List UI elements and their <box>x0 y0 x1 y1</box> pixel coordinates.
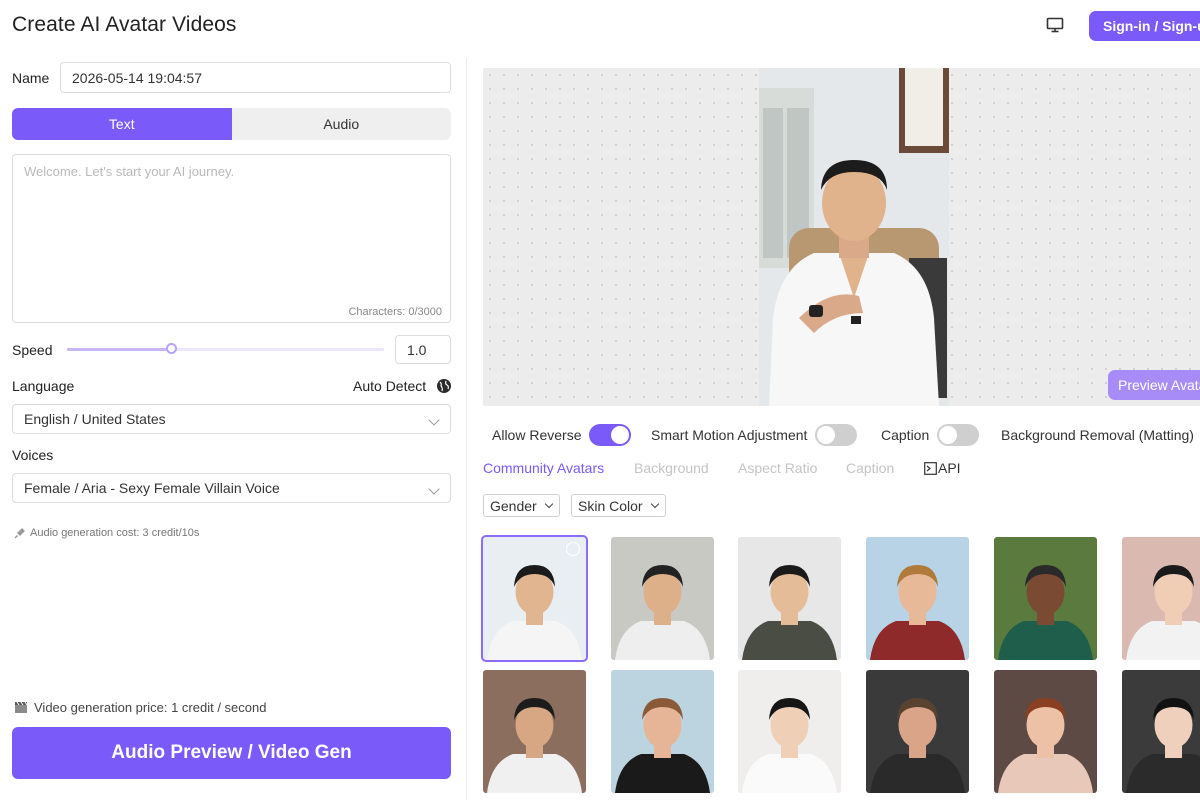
avatar-card[interactable] <box>1122 537 1200 660</box>
avatar-thumbnail <box>994 670 1097 793</box>
speed-input[interactable]: 1.0 <box>395 335 451 364</box>
toggle-background-removal[interactable]: Background Removal (Matting) <box>1001 424 1200 446</box>
avatar-thumbnail <box>866 537 969 660</box>
avatar-thumbnail <box>1122 670 1200 793</box>
avatar-card[interactable] <box>481 535 588 662</box>
avatar-card[interactable] <box>738 670 841 793</box>
audio-cost-note: Audio generation cost: 3 credit/10s <box>14 527 199 539</box>
signin-button[interactable]: Sign-in / Sign-up <box>1089 11 1200 41</box>
auto-detect-label[interactable]: Auto Detect <box>353 378 426 394</box>
avatar-thumbnail <box>611 670 714 793</box>
terminal-icon <box>924 461 937 475</box>
skin-color-filter[interactable]: Skin Color <box>571 494 666 517</box>
avatar-thumbnail <box>866 670 969 793</box>
avatar-card[interactable] <box>611 537 714 660</box>
caption-label: Caption <box>881 427 930 443</box>
audio-cost-text: Audio generation cost: 3 credit/10s <box>30 527 200 539</box>
video-price-text: Video generation price: 1 credit / secon… <box>34 700 267 715</box>
globe-icon[interactable] <box>436 378 452 394</box>
avatar-thumbnail <box>1122 537 1200 660</box>
language-label: Language <box>12 378 75 394</box>
avatar-card[interactable] <box>611 670 714 793</box>
toggle-allow-reverse[interactable]: Allow Reverse <box>492 424 632 446</box>
language-select-value: English / United States <box>24 411 166 427</box>
panel-divider <box>466 58 467 800</box>
speed-slider-fill <box>67 348 172 351</box>
avatar-card[interactable] <box>1122 670 1200 793</box>
speed-slider[interactable] <box>67 343 384 354</box>
tab-background[interactable]: Background <box>634 460 709 476</box>
video-preview-area: Preview Avatar <box>483 68 1200 406</box>
avatar-thumbnail <box>738 537 841 660</box>
toggle-smart-motion[interactable]: Smart Motion Adjustment <box>651 424 858 446</box>
page-title: Create AI Avatar Videos <box>12 13 237 36</box>
tab-audio[interactable]: Audio <box>232 108 452 140</box>
smart-motion-label: Smart Motion Adjustment <box>651 427 808 443</box>
name-label: Name <box>12 70 50 86</box>
clapperboard-icon <box>15 701 28 713</box>
chevron-down-icon <box>650 499 659 509</box>
language-select[interactable]: English / United States <box>12 404 451 434</box>
chevron-down-icon <box>544 499 553 509</box>
gender-filter-label: Gender <box>490 497 537 514</box>
script-textarea[interactable]: Welcome. Let's start your AI journey. Ch… <box>12 154 451 323</box>
name-input-value: 2026-05-14 19:04:57 <box>72 69 202 86</box>
avatar-thumbnail <box>611 537 714 660</box>
toggle-caption[interactable]: Caption <box>881 424 980 446</box>
microphone-icon <box>14 528 25 539</box>
avatar-card[interactable] <box>866 537 969 660</box>
chevron-down-icon <box>428 483 440 495</box>
tab-api[interactable]: API <box>924 460 961 476</box>
caption-switch[interactable] <box>937 424 980 446</box>
avatar-card[interactable] <box>866 670 969 793</box>
gender-filter[interactable]: Gender <box>483 494 560 517</box>
skin-color-filter-label: Skin Color <box>578 497 643 514</box>
speed-input-value: 1.0 <box>407 341 427 358</box>
tab-caption[interactable]: Caption <box>846 460 894 476</box>
avatar-thumbnail <box>994 537 1097 660</box>
voices-label: Voices <box>12 447 54 463</box>
avatar-card[interactable] <box>483 670 586 793</box>
speed-label: Speed <box>12 342 53 358</box>
avatar-thumbnail <box>483 670 586 793</box>
video-price-note: Video generation price: 1 credit / secon… <box>14 700 266 715</box>
character-count: Characters: 0/3000 <box>348 306 442 318</box>
add-icon[interactable] <box>566 542 580 556</box>
speed-slider-handle[interactable] <box>165 343 177 354</box>
avatar-card[interactable] <box>994 670 1097 793</box>
script-placeholder: Welcome. Let's start your AI journey. <box>24 164 235 179</box>
avatar-thumbnail <box>738 670 841 793</box>
api-label: API <box>938 460 961 476</box>
tab-community-avatars[interactable]: Community Avatars <box>483 460 604 476</box>
monitor-icon[interactable] <box>1046 17 1064 33</box>
name-input[interactable]: 2026-05-14 19:04:57 <box>60 62 451 93</box>
avatar-video-preview[interactable] <box>759 68 949 406</box>
smart-motion-switch[interactable] <box>815 424 858 446</box>
avatar-preview-image <box>759 68 949 406</box>
input-mode-tabs: Text Audio <box>12 108 451 140</box>
background-removal-label: Background Removal (Matting) <box>1001 427 1194 443</box>
tab-aspect-ratio[interactable]: Aspect Ratio <box>738 460 817 476</box>
voice-select[interactable]: Female / Aria - Sexy Female Villain Voic… <box>12 473 451 503</box>
voice-select-value: Female / Aria - Sexy Female Villain Voic… <box>24 480 280 496</box>
avatar-card[interactable] <box>738 537 841 660</box>
tab-text[interactable]: Text <box>12 108 232 140</box>
allow-reverse-label: Allow Reverse <box>492 427 582 443</box>
allow-reverse-switch[interactable] <box>589 424 632 446</box>
avatar-card[interactable] <box>994 537 1097 660</box>
preview-avatar-button[interactable]: Preview Avatar <box>1108 370 1200 400</box>
chevron-down-icon <box>428 414 440 426</box>
generate-button[interactable]: Audio Preview / Video Gen <box>12 727 451 779</box>
